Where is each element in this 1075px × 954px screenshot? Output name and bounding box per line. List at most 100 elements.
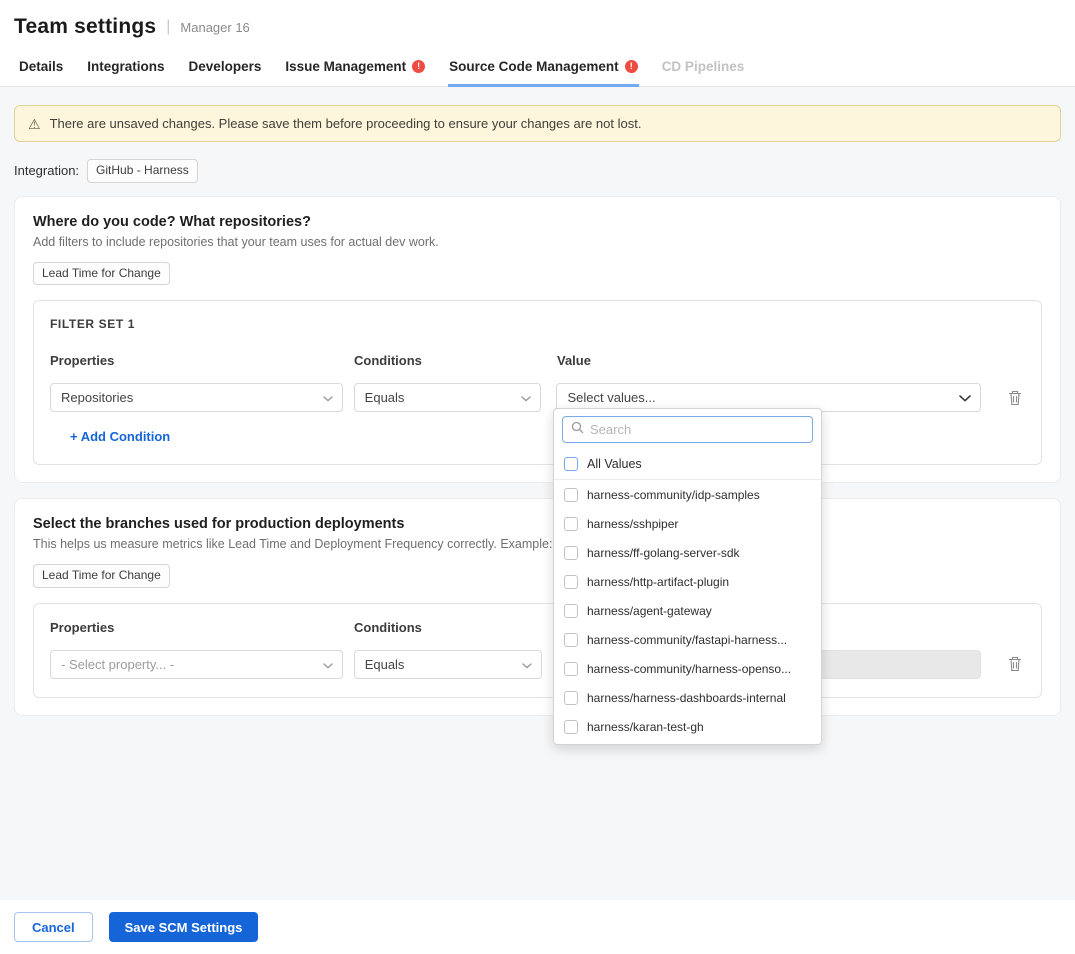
checkbox-icon[interactable] xyxy=(564,604,578,618)
chevron-down-icon xyxy=(323,390,333,405)
page-title: Team settings xyxy=(14,15,156,39)
repo-option[interactable]: harness-community/harness-openso... xyxy=(554,654,821,683)
card-subtitle: This helps us measure metrics like Lead … xyxy=(33,537,1042,551)
properties-column-label: Properties xyxy=(50,620,343,635)
checkbox-icon[interactable] xyxy=(564,457,578,471)
tab-label: Source Code Management xyxy=(449,59,619,74)
search-input[interactable] xyxy=(590,422,804,437)
footer-bar: Cancel Save SCM Settings xyxy=(0,900,1075,954)
team-context-label: Manager 16 xyxy=(180,20,249,35)
repo-option[interactable]: harness/harness-dashboards-internal xyxy=(554,683,821,712)
tab-label: Issue Management xyxy=(285,59,406,74)
repo-option[interactable]: harness/http-artifact-plugin xyxy=(554,567,821,596)
condition-select-value: Equals xyxy=(365,390,405,405)
tab-developers[interactable]: Developers xyxy=(188,49,263,87)
tab-label: Integrations xyxy=(87,59,164,74)
card-title: Where do you code? What repositories? xyxy=(33,214,1042,230)
alert-badge-icon: ! xyxy=(412,60,425,73)
all-values-option[interactable]: All Values xyxy=(554,449,821,480)
checkbox-icon[interactable] xyxy=(564,633,578,647)
repo-option-label: harness/agent-gateway xyxy=(587,604,712,618)
checkbox-icon[interactable] xyxy=(564,662,578,676)
condition-select-value: Equals xyxy=(365,657,405,672)
tab-issue-management[interactable]: Issue Management ! xyxy=(284,49,426,87)
add-condition-button[interactable]: + Add Condition xyxy=(70,429,170,444)
column-headers: Properties Conditions xyxy=(50,620,1025,635)
page-header: Team settings | Manager 16 Details Integ… xyxy=(0,0,1075,87)
trash-icon xyxy=(1008,390,1022,406)
condition-select[interactable]: Equals xyxy=(354,650,542,679)
repo-option-label: harness-community/fastapi-harness... xyxy=(587,633,787,647)
unsaved-changes-banner: ⚠ There are unsaved changes. Please save… xyxy=(14,105,1061,142)
property-select[interactable]: - Select property... - xyxy=(50,650,343,679)
title-separator: | xyxy=(166,18,170,36)
repo-option-partial[interactable] xyxy=(554,741,821,744)
checkbox-icon[interactable] xyxy=(564,720,578,734)
checkbox-icon[interactable] xyxy=(564,575,578,589)
banner-text: There are unsaved changes. Please save t… xyxy=(50,116,642,131)
filter-set-title: FILTER SET 1 xyxy=(50,317,1025,331)
value-select-placeholder: Select values... xyxy=(567,390,655,405)
column-headers: Properties Conditions Value xyxy=(50,353,1025,368)
search-icon xyxy=(571,421,584,439)
dropdown-search xyxy=(562,416,813,443)
repo-option-label: harness-community/idp-samples xyxy=(587,488,760,502)
repo-option[interactable]: harness-community/idp-samples xyxy=(554,480,821,509)
alert-badge-icon: ! xyxy=(625,60,638,73)
checkbox-icon[interactable] xyxy=(564,546,578,560)
content-area: ⚠ There are unsaved changes. Please save… xyxy=(0,87,1075,900)
lead-time-for-change-chip[interactable]: Lead Time for Change xyxy=(33,564,170,588)
filter-set-1: FILTER SET 1 Properties Conditions Value… xyxy=(33,300,1042,465)
integration-label: Integration: xyxy=(14,163,79,178)
repo-option-label: harness-community/harness-openso... xyxy=(587,662,791,676)
card-subtitle: Add filters to include repositories that… xyxy=(33,235,1042,249)
chevron-down-icon xyxy=(959,390,971,405)
checkbox-icon[interactable] xyxy=(564,691,578,705)
property-select[interactable]: Repositories xyxy=(50,383,343,412)
filter-row: - Select property... - Equals xyxy=(50,650,1025,679)
repo-option[interactable]: harness/sshpiper xyxy=(554,509,821,538)
chevron-down-icon xyxy=(521,390,531,405)
conditions-column-label: Conditions xyxy=(354,620,542,635)
property-select-placeholder: - Select property... - xyxy=(61,657,174,672)
filter-row: Repositories Equals Select values... xyxy=(50,383,1025,412)
chevron-down-icon xyxy=(323,657,333,672)
repo-option-label: harness/sshpiper xyxy=(587,517,678,531)
checkbox-icon[interactable] xyxy=(564,488,578,502)
warning-icon: ⚠ xyxy=(28,117,41,131)
value-select-dropdown: All Values harness-community/idp-samples… xyxy=(553,408,822,745)
all-values-label: All Values xyxy=(587,457,642,471)
tab-label: Developers xyxy=(189,59,262,74)
repo-option-label: harness/harness-dashboards-internal xyxy=(587,691,786,705)
cancel-button[interactable]: Cancel xyxy=(14,912,93,942)
value-column-label: Value xyxy=(557,353,982,368)
delete-filter-button[interactable] xyxy=(1005,388,1025,408)
repo-option-label: harness/http-artifact-plugin xyxy=(587,575,729,589)
tab-integrations[interactable]: Integrations xyxy=(86,49,165,87)
chevron-down-icon xyxy=(522,657,532,672)
repo-option[interactable]: harness/agent-gateway xyxy=(554,596,821,625)
tab-details[interactable]: Details xyxy=(18,49,64,87)
condition-select[interactable]: Equals xyxy=(354,383,542,412)
trash-icon xyxy=(1008,656,1022,672)
repo-option[interactable]: harness/karan-test-gh xyxy=(554,712,821,741)
repo-options-list: harness-community/idp-samples harness/ss… xyxy=(554,480,821,744)
tab-source-code-management[interactable]: Source Code Management ! xyxy=(448,49,639,87)
lead-time-for-change-chip[interactable]: Lead Time for Change xyxy=(33,262,170,286)
save-scm-settings-button[interactable]: Save SCM Settings xyxy=(109,912,259,942)
property-select-value: Repositories xyxy=(61,390,133,405)
card-title: Select the branches used for production … xyxy=(33,516,1042,532)
branches-card: Select the branches used for production … xyxy=(14,498,1061,716)
integration-row: Integration: GitHub - Harness xyxy=(14,159,1061,183)
repo-option-label: harness/karan-test-gh xyxy=(587,720,704,734)
tab-cd-pipelines: CD Pipelines xyxy=(661,49,746,87)
repo-option[interactable]: harness/ff-golang-server-sdk xyxy=(554,538,821,567)
properties-column-label: Properties xyxy=(50,353,343,368)
tab-bar: Details Integrations Developers Issue Ma… xyxy=(0,49,1075,87)
repositories-card: Where do you code? What repositories? Ad… xyxy=(14,196,1061,484)
delete-filter-button[interactable] xyxy=(1005,654,1025,674)
tab-label: CD Pipelines xyxy=(662,59,745,74)
repo-option[interactable]: harness-community/fastapi-harness... xyxy=(554,625,821,654)
tab-label: Details xyxy=(19,59,63,74)
checkbox-icon[interactable] xyxy=(564,517,578,531)
